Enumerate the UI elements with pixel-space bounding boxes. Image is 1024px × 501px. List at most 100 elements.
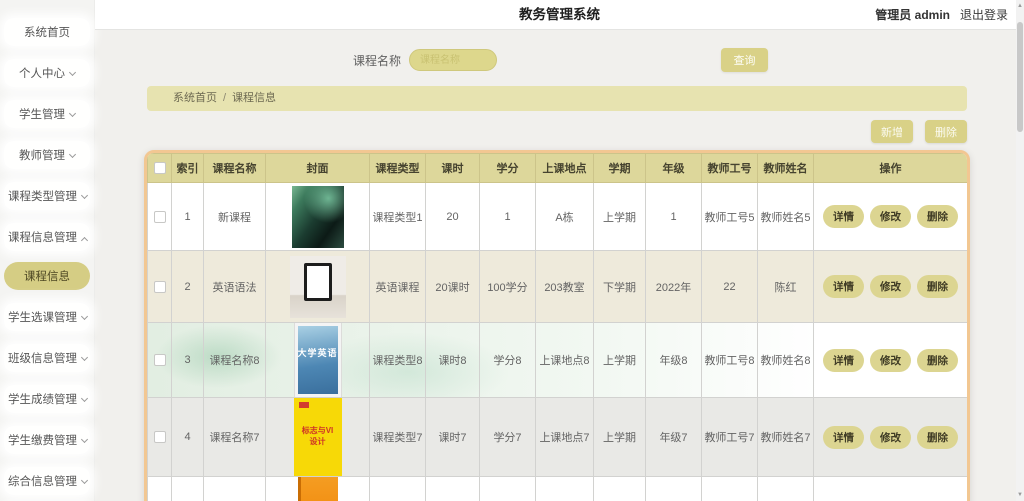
breadcrumb-separator: /	[223, 92, 227, 104]
column-header: 年级	[645, 153, 702, 183]
chevron-down-icon	[80, 435, 89, 444]
breadcrumb-current: 课程信息	[232, 92, 277, 104]
add-button[interactable]: 新增	[871, 120, 913, 143]
table-body: 1 新课程 课程类型1 20 1 A栋 上学期 1 教师工号5 教师姓名5 详情 修改 删除 2 英语语法英…	[147, 182, 967, 501]
cell: 1	[171, 182, 204, 251]
sidebar-item-12[interactable]: 综合信息管理	[4, 467, 90, 495]
sidebar-item-label: 个人中心	[19, 68, 65, 80]
sidebar-item-label: 班级信息管理	[8, 353, 77, 365]
cell: 学分6	[479, 476, 536, 501]
sidebar-item-3[interactable]: 学生管理	[4, 100, 90, 128]
cell: A栋	[535, 182, 594, 251]
delete-row-button[interactable]: 删除	[917, 348, 958, 372]
detail-button[interactable]: 详情	[823, 275, 864, 298]
cover-image	[297, 477, 338, 501]
logout-link[interactable]: 退出登录	[960, 8, 1008, 22]
sidebar-item-11[interactable]: 学生缴费管理	[4, 426, 90, 454]
sidebar-item-2[interactable]: 个人中心	[4, 59, 90, 87]
sidebar-item-6[interactable]: 课程信息管理	[4, 223, 90, 251]
cell: 课程类型1	[369, 182, 426, 251]
chevron-down-icon	[80, 191, 89, 200]
sidebar-item-10[interactable]: 学生成绩管理	[4, 385, 90, 413]
laptop-screen	[303, 262, 332, 301]
detail-button[interactable]: 详情	[823, 205, 864, 228]
cell: 20课时	[425, 250, 480, 323]
sidebar-item-label: 课程信息	[24, 271, 70, 283]
table-header-row: 索引 课程名称 封面 课程类型 课时 学分 上课地点 学期 年级 教师工号 教师姓名 操作	[147, 153, 967, 183]
cell: 课程名称6	[203, 476, 266, 501]
column-header: 操作	[813, 153, 967, 183]
table-row: 5课程名称6课程类型6课时6学分6上课地点6上学期年级6教师工号6教师姓名6详情…	[147, 476, 967, 501]
column-header: 教师工号	[701, 153, 758, 183]
row-checkbox[interactable]	[153, 431, 166, 443]
cell: 上学期	[593, 476, 646, 501]
cell: 学分8	[479, 322, 536, 398]
query-button[interactable]: 查询	[721, 48, 769, 72]
delete-row-button[interactable]: 删除	[917, 425, 958, 449]
column-header: 教师姓名	[757, 153, 814, 183]
cell: 2	[171, 250, 204, 323]
column-header: 上课地点	[535, 153, 594, 183]
sidebar-item-label: 课程信息管理	[8, 232, 77, 244]
chevron-down-icon	[80, 353, 89, 362]
cell: 教师姓名5	[757, 182, 814, 251]
sidebar-item-1[interactable]: 系统首页	[4, 18, 90, 46]
cell: 5	[171, 476, 204, 501]
edit-button[interactable]: 修改	[870, 205, 911, 228]
chevron-down-icon	[80, 394, 89, 403]
cell: 上学期	[593, 322, 646, 398]
cell: 年级6	[645, 476, 702, 501]
sidebar-item-8[interactable]: 学生选课管理	[4, 303, 90, 331]
cell: 3	[171, 322, 204, 398]
chevron-down-icon	[80, 312, 89, 321]
scroll-up-icon[interactable]: ▲	[1016, 2, 1024, 10]
cell: 课时6	[425, 476, 480, 501]
search-field-label: 课程名称	[353, 53, 402, 68]
delete-row-button[interactable]: 删除	[917, 275, 958, 298]
row-checkbox[interactable]	[153, 280, 166, 293]
sidebar-item-5[interactable]: 课程类型管理	[4, 182, 90, 210]
sidebar-item-9[interactable]: 班级信息管理	[4, 344, 90, 372]
user-name: 管理员 admin	[875, 8, 950, 22]
delete-row-button[interactable]: 删除	[917, 205, 958, 228]
delete-button[interactable]: 删除	[925, 120, 967, 143]
cell: 100学分	[479, 250, 536, 323]
cell: 教师姓名8	[757, 322, 814, 398]
sidebar-item-label: 综合信息管理	[8, 476, 77, 488]
detail-button[interactable]: 详情	[823, 425, 864, 449]
sidebar-item-label: 学生选课管理	[8, 312, 77, 324]
scrollbar-thumb[interactable]	[1017, 22, 1023, 132]
edit-button[interactable]: 修改	[870, 425, 911, 449]
cell: 1	[479, 182, 536, 251]
cell: 20	[425, 182, 480, 251]
search-bar: 课程名称 查询	[95, 47, 1024, 73]
cell: 4	[171, 397, 204, 477]
scrollbar[interactable]: ▲ ▼	[1016, 0, 1024, 501]
row-checkbox[interactable]	[153, 210, 166, 223]
cell: 22	[701, 250, 758, 323]
edit-button[interactable]: 修改	[870, 348, 911, 372]
cell: 教师工号7	[701, 397, 758, 477]
user-info: 管理员 admin 退出登录	[875, 0, 1008, 30]
breadcrumb-home[interactable]: 系统首页	[173, 92, 217, 104]
course-name-input[interactable]	[409, 49, 498, 71]
cell: 英语语法	[203, 250, 266, 323]
table-row: 2 英语语法 英语课程 20课时 100学分 203教室 下学期 2022年 22 陈红 详情 修改删…	[147, 250, 967, 323]
course-table: 索引 课程名称 封面 课程类型 课时 学分 上课地点 学期 年级 教师工号 教师姓名 操作 1 新课程课…	[144, 150, 970, 501]
cell: 新课程	[203, 182, 266, 251]
cell: 教师姓名7	[757, 397, 814, 477]
page: 系统首页 个人中心 学生管理 教师管理 课程类型管理 课程信息管理 课程信息 学生选课管理 班级…	[0, 0, 1024, 501]
sidebar-item-7[interactable]: 课程信息	[4, 262, 90, 290]
cell: 2022年	[645, 250, 702, 323]
cell: 课时8	[425, 322, 480, 398]
cover-image: 大学英语	[293, 323, 342, 397]
sidebar-item-4[interactable]: 教师管理	[4, 141, 90, 169]
cell: 1	[645, 182, 702, 251]
select-all-checkbox[interactable]	[153, 162, 166, 174]
edit-button[interactable]: 修改	[870, 275, 911, 298]
cell: 下学期	[593, 250, 646, 323]
detail-button[interactable]: 详情	[823, 348, 864, 372]
row-checkbox[interactable]	[153, 354, 166, 366]
column-header: 课程名称	[203, 153, 266, 183]
scroll-down-icon[interactable]: ▼	[1016, 491, 1024, 499]
